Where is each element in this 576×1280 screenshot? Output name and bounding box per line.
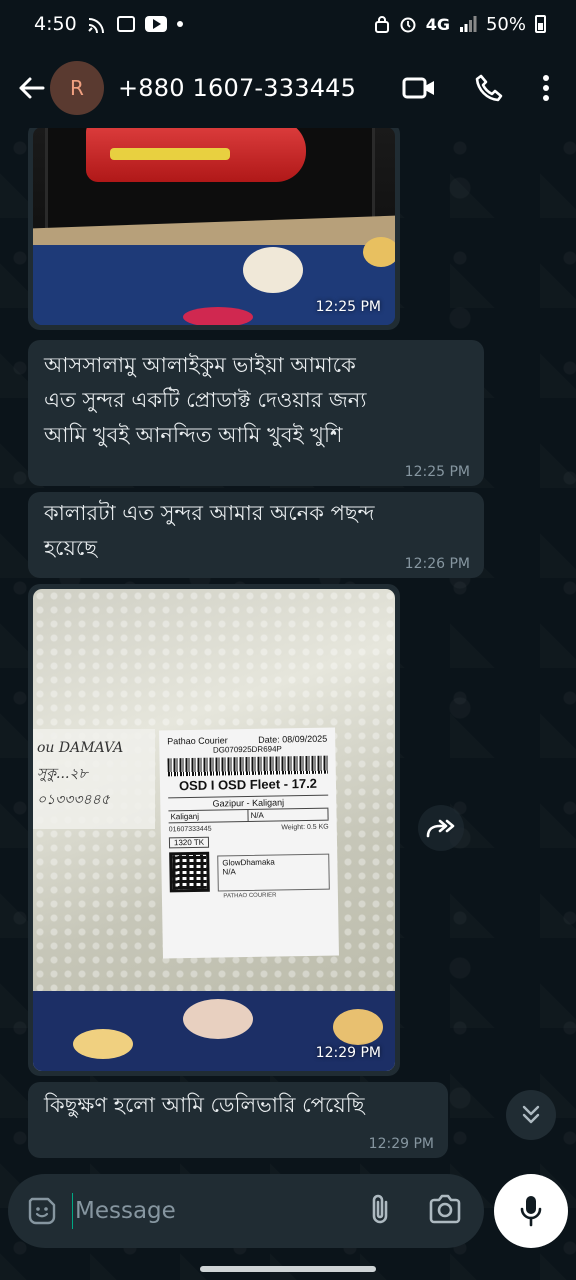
text-message[interactable]: কালারটা এত সুন্দর আমার অনেক পছন্দ হয়েছে… <box>28 492 484 578</box>
microphone-icon <box>520 1196 542 1227</box>
handwritten-note: ou DAMAVA সুকু...২৮ ০১৩৩৩৪৪৫ <box>33 729 155 829</box>
back-button[interactable] <box>14 68 48 108</box>
network-type: 4G <box>425 14 450 34</box>
alarm-icon <box>399 15 417 33</box>
double-chevron-down-icon <box>522 1105 540 1124</box>
contact-name[interactable]: +880 1607-333445 <box>118 74 356 102</box>
voice-message-button[interactable] <box>494 1174 568 1248</box>
gallery-icon <box>116 16 135 32</box>
shipping-label: Pathao Courier Date: 08/09/2025 DG070925… <box>159 727 339 959</box>
chat-area[interactable]: 12:25 PM আসসালামু আলাইকুম ভাইয়া আমাকে এ… <box>0 128 576 1168</box>
lock-icon <box>374 15 390 33</box>
video-call-button[interactable] <box>402 76 436 100</box>
text-message[interactable]: আসসালামু আলাইকুম ভাইয়া আমাকে এত সুন্দর … <box>28 340 484 486</box>
camera-icon <box>429 1194 461 1224</box>
emoji-button[interactable] <box>26 1194 58 1228</box>
message-text-line: আমি খুবই আনন্দিত আমি খুবই খুশি <box>44 423 343 447</box>
battery-percent: 50% <box>485 13 526 35</box>
attach-button[interactable] <box>368 1192 392 1230</box>
paperclip-icon <box>372 1194 388 1224</box>
forward-button[interactable] <box>418 805 464 851</box>
chat-header: R +880 1607-333445 <box>0 48 576 128</box>
message-text-line: এত সুন্দর একটি প্রোডাক্ট দেওয়ার জন্য <box>44 388 367 412</box>
avatar[interactable]: R <box>50 61 104 115</box>
fleet-text: OSD I OSD Fleet - 17.2 <box>178 775 318 794</box>
message-time: 12:29 PM <box>315 1045 381 1061</box>
message-text-line: কালারটা এত সুন্দর আমার অনেক পছন্দ <box>44 501 375 525</box>
price-text: 1320 TK <box>168 836 210 849</box>
signal-icon <box>459 16 477 32</box>
message-text-line: আসসালামু আলাইকুম ভাইয়া আমাকে <box>44 353 356 377</box>
product-photo[interactable]: 12:25 PM <box>33 128 395 325</box>
notification-dot-icon <box>176 21 183 27</box>
video-camera-icon <box>402 77 434 99</box>
camera-button[interactable] <box>428 1194 462 1228</box>
message-time: 12:25 PM <box>404 464 470 480</box>
label-date: Date: 08/09/2025 <box>258 733 328 745</box>
back-arrow-icon <box>19 77 45 99</box>
text-message[interactable]: কিছুক্ষণ হলো আমি ডেলিভারি পেয়েছি 12:29 … <box>28 1082 448 1158</box>
youtube-icon <box>144 16 167 32</box>
more-options-button[interactable] <box>542 74 550 102</box>
message-time: 12:29 PM <box>368 1136 434 1152</box>
message-input[interactable] <box>73 1198 368 1224</box>
qr-code <box>169 851 210 893</box>
barcode <box>167 755 328 777</box>
message-time: 12:26 PM <box>404 556 470 572</box>
image-message[interactable]: ou DAMAVA সুকু...২৮ ০১৩৩৩৪৪৫ Pathao Cour… <box>28 584 400 1076</box>
kebab-menu-icon <box>543 75 549 101</box>
parcel-photo[interactable]: ou DAMAVA সুকু...২৮ ০১৩৩৩৪৪৫ Pathao Cour… <box>33 589 395 1071</box>
sticker-icon <box>28 1197 56 1225</box>
status-time: 4:50 <box>34 13 77 35</box>
message-text-line: কিছুক্ষণ হলো আমি ডেলিভারি পেয়েছি <box>44 1093 365 1117</box>
wifi-call-icon <box>87 15 107 33</box>
image-message[interactable]: 12:25 PM <box>28 128 400 330</box>
message-time: 12:25 PM <box>315 299 381 315</box>
phone-icon <box>475 74 503 102</box>
home-indicator[interactable] <box>200 1266 376 1272</box>
voice-call-button[interactable] <box>474 73 504 103</box>
message-composer <box>8 1174 484 1248</box>
status-bar: 4:50 4G 50% <box>0 0 576 48</box>
scroll-to-bottom-button[interactable] <box>506 1090 556 1140</box>
battery-icon <box>535 15 546 33</box>
forward-icon <box>426 819 455 838</box>
